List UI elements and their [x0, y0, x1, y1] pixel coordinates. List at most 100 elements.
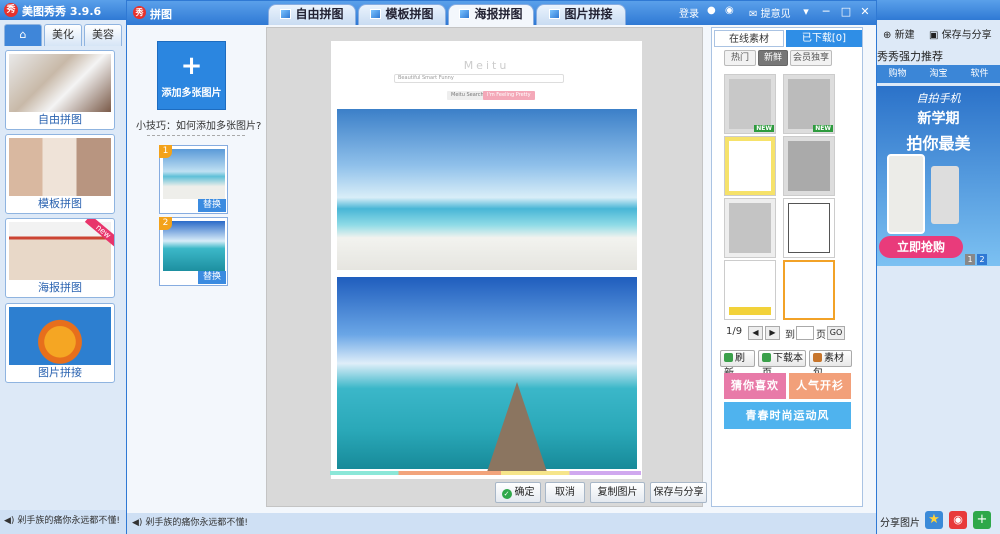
template-item[interactable]	[724, 198, 776, 258]
page-input[interactable]	[796, 326, 814, 340]
template-item[interactable]: NEW	[724, 74, 776, 134]
material-pack-button[interactable]: 素材包	[809, 350, 852, 379]
copy-image-button[interactable]: 复制图片	[590, 482, 645, 503]
template-icon	[370, 9, 382, 19]
home-icon: ⌂	[19, 28, 27, 41]
new-badge: NEW	[754, 125, 774, 132]
status-text: 剁手族的痛你永远都不懂!	[17, 516, 120, 526]
template-item[interactable]: NEW	[783, 74, 835, 134]
template-item[interactable]	[724, 136, 776, 196]
feedback-icon: ✉	[749, 9, 758, 20]
image-stitch-thumb	[9, 307, 111, 365]
tab-online-materials[interactable]: 在线素材	[714, 30, 784, 47]
download-page-button[interactable]: 下载本页	[758, 350, 806, 379]
qq-icon[interactable]: ●	[707, 5, 716, 16]
image-slot-2[interactable]: 2 替换	[159, 217, 228, 286]
replace-button[interactable]: 替换	[198, 199, 226, 212]
tab-downloaded[interactable]: 已下载[0]	[786, 30, 862, 47]
tab-beauty[interactable]: 美容	[84, 24, 122, 46]
feature-label: 模板拼图	[38, 197, 82, 210]
dialog-status-bar: ◀) 剁手族的痛你永远都不懂!	[127, 513, 876, 534]
plus-icon: +	[180, 51, 203, 81]
go-button[interactable]: GO	[827, 326, 845, 340]
slot-number: 2	[159, 217, 172, 230]
minimize-icon[interactable]: ─	[817, 4, 835, 20]
pier-shape	[487, 382, 547, 472]
refresh-button[interactable]: 刷新	[720, 350, 755, 379]
plus-circle-icon: ⊕	[883, 30, 892, 41]
feature-free-collage[interactable]: 自由拼图	[5, 50, 115, 130]
ad-page-1[interactable]: 1	[965, 254, 975, 265]
tip-link[interactable]: 小技巧：如何添加多张图片?	[136, 117, 261, 132]
buy-now-button[interactable]: 立即抢购	[879, 236, 963, 258]
stitch-icon	[549, 9, 561, 19]
tab-template-collage[interactable]: 模板拼图	[358, 4, 446, 25]
poster-search-button: Meitu Search	[447, 91, 488, 100]
ad-banner[interactable]: 自拍手机 新学期 拍你最美 立即抢购 1 2	[877, 86, 1000, 266]
save-share-top-button[interactable]: ▣ 保存与分享	[929, 26, 992, 41]
add-icon[interactable]: +	[973, 511, 991, 529]
phone-image-2	[931, 166, 959, 224]
tab-poster-collage[interactable]: 海报拼图	[448, 4, 534, 25]
template-item[interactable]	[724, 260, 776, 320]
feature-image-stitch[interactable]: 图片拼接	[5, 303, 115, 383]
slot-number: 1	[159, 145, 172, 158]
ad-tab-taobao[interactable]: 淘宝	[918, 65, 959, 83]
image-slot-1[interactable]: 1 替换	[159, 145, 228, 214]
new-button[interactable]: ⊕ 新建	[883, 26, 915, 41]
speaker-icon: ◀)	[4, 516, 15, 526]
goto-label: 到	[785, 330, 795, 341]
banner-sportswear[interactable]: 青春时尚运动风	[724, 402, 851, 429]
app-title: 美图秀秀 3.9.6	[22, 5, 102, 18]
recommend-label: 秀秀强力推荐	[877, 50, 943, 63]
star-icon[interactable]: ★	[925, 511, 943, 529]
tab-image-stitch[interactable]: 图片拼接	[536, 4, 626, 25]
ad-page-2[interactable]: 2	[977, 254, 987, 265]
template-item[interactable]	[783, 136, 835, 196]
feature-poster-collage[interactable]: new 海报拼图	[5, 218, 115, 298]
weibo-share-icon[interactable]: ◉	[949, 511, 967, 529]
collage-dialog: 秀 拼图 自由拼图 模板拼图 海报拼图 图片拼接 登录 ● ◉ ✉ 提意见 ▾ …	[126, 0, 877, 534]
save-icon: ▣	[929, 30, 939, 41]
feature-label: 海报拼图	[38, 281, 82, 294]
beach-photo[interactable]	[337, 109, 637, 270]
menu-icon[interactable]: ▾	[797, 4, 815, 20]
next-page-icon[interactable]: ▶	[765, 326, 780, 340]
phone-image	[887, 154, 925, 234]
template-item[interactable]	[783, 198, 835, 258]
share-image-label[interactable]: 分享图片	[880, 514, 920, 529]
cancel-button[interactable]: 取消	[545, 482, 585, 503]
ad-headline-1: 新学期	[917, 111, 960, 127]
poster-preview: Meitu Beautiful Smart Funny Meitu Search…	[331, 41, 642, 479]
refresh-icon	[724, 353, 733, 362]
feature-template-collage[interactable]: 模板拼图	[5, 134, 115, 214]
save-share-button[interactable]: 保存与分享	[650, 482, 707, 503]
banner-popular-cardigan[interactable]: 人气开衫	[789, 373, 851, 399]
subtab-new[interactable]: 新鲜	[758, 50, 788, 66]
confirm-button[interactable]: ✓ 确定	[495, 482, 541, 503]
banner-guess-you-like[interactable]: 猜你喜欢	[724, 373, 786, 399]
weibo-icon[interactable]: ◉	[725, 5, 734, 16]
ad-tab-software[interactable]: 软件	[959, 65, 1000, 83]
maximize-icon[interactable]: □	[837, 4, 855, 20]
close-icon[interactable]: ✕	[856, 4, 874, 20]
subtab-hot[interactable]: 热门	[724, 50, 756, 66]
tab-free-collage[interactable]: 自由拼图	[268, 4, 356, 25]
tab-beautify[interactable]: 美化	[44, 24, 82, 46]
feedback-link[interactable]: ✉ 提意见	[749, 5, 791, 20]
template-item-selected[interactable]	[783, 260, 835, 320]
replace-button[interactable]: 替换	[198, 271, 226, 284]
prev-page-icon[interactable]: ◀	[748, 326, 763, 340]
add-multiple-images-button[interactable]: + 添加多张图片	[157, 41, 226, 110]
ad-brand: 自拍手机	[916, 92, 961, 105]
slot-thumbnail	[163, 221, 225, 271]
subtab-vip[interactable]: 会员独享	[790, 50, 832, 66]
ad-tab-shopping[interactable]: 购物	[877, 65, 918, 83]
home-tab[interactable]: ⌂	[4, 24, 42, 46]
speaker-icon: ◀)	[132, 518, 143, 528]
pier-photo[interactable]	[337, 277, 637, 472]
status-text: 剁手族的痛你永远都不懂!	[145, 518, 248, 528]
poster-search-box: Beautiful Smart Funny	[394, 74, 564, 83]
poster-title: Meitu	[463, 59, 510, 72]
login-link[interactable]: 登录	[679, 5, 699, 20]
